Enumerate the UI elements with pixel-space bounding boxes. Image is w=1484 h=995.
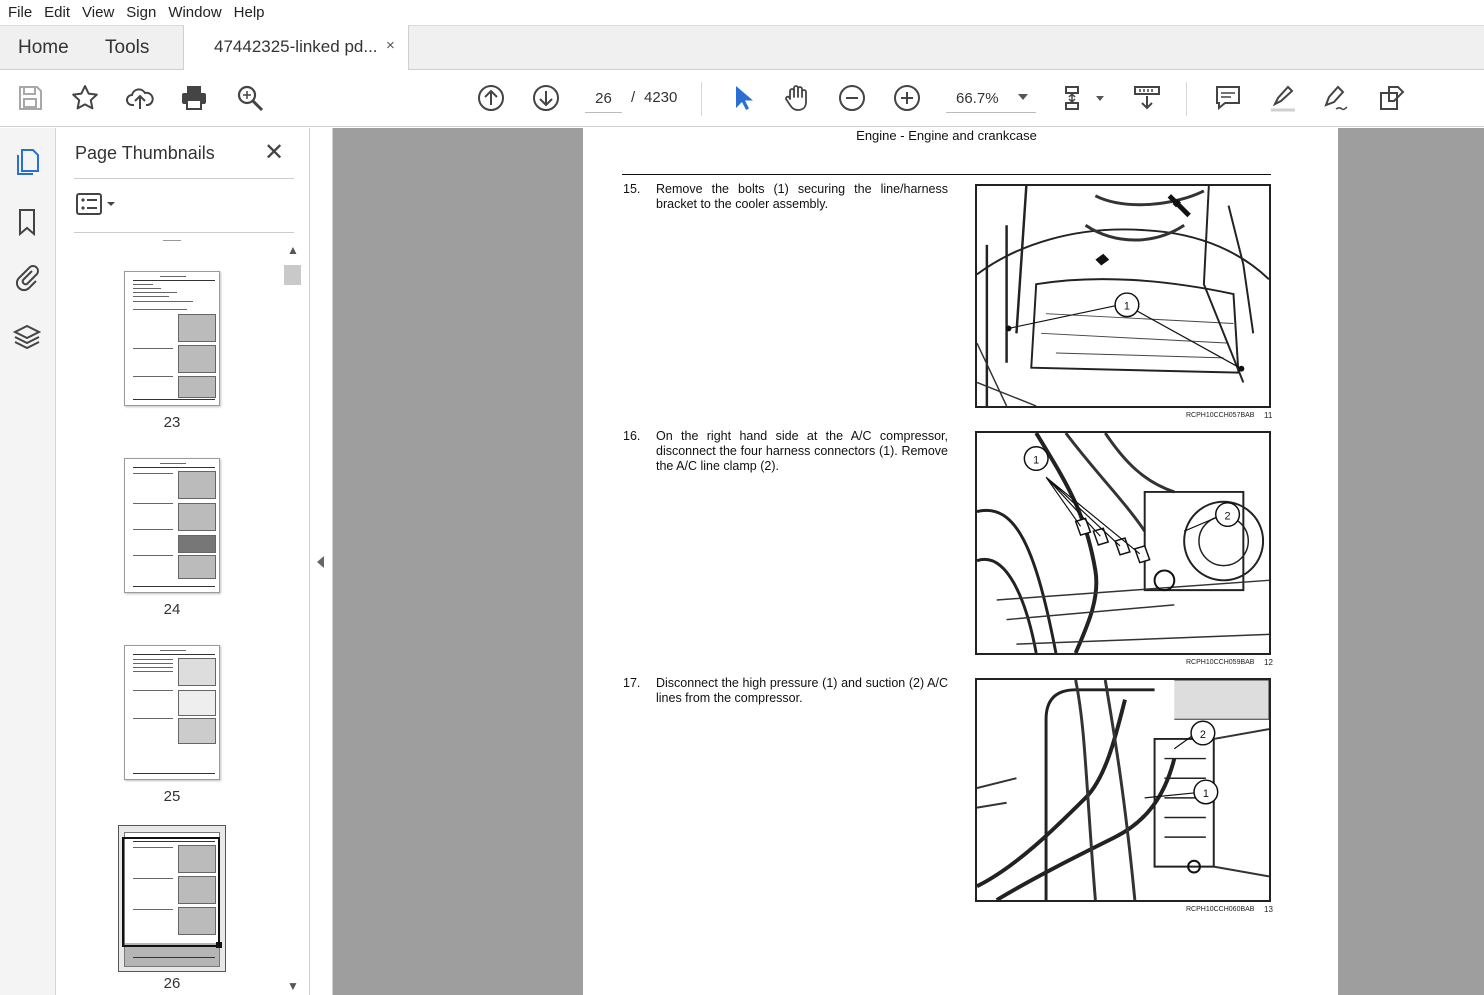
figure-code: RCPH10CCH059BAB bbox=[1186, 659, 1255, 666]
arrow-up-circle-icon[interactable] bbox=[475, 82, 507, 114]
tab-close-icon[interactable]: × bbox=[386, 37, 395, 54]
thumbnail-list: 23 24 25 26 bbox=[56, 234, 282, 995]
figure-number: 11 bbox=[1264, 411, 1273, 420]
figure-number: 12 bbox=[1264, 658, 1273, 667]
toolbar-divider bbox=[701, 82, 702, 116]
step-text: Disconnect the high pressure (1) and suc… bbox=[656, 676, 948, 705]
thumbnail-page[interactable] bbox=[124, 271, 220, 406]
document-view[interactable]: Engine - Engine and crankcase 15. Remove… bbox=[333, 128, 1484, 995]
step-number: 16. bbox=[623, 429, 641, 443]
arrow-down-circle-icon[interactable] bbox=[530, 82, 562, 114]
tab-tools[interactable]: Tools bbox=[105, 37, 149, 59]
thumbnail-label: 23 bbox=[163, 414, 181, 431]
step-number: 17. bbox=[623, 676, 641, 690]
toolbar: 26 / 4230 66.7% bbox=[0, 70, 1484, 127]
page-separator: / bbox=[631, 89, 636, 106]
viewport-resize-handle[interactable] bbox=[216, 942, 222, 948]
sign-icon[interactable] bbox=[1321, 82, 1353, 114]
thumbnail-options-button[interactable] bbox=[76, 191, 118, 217]
toolbar-divider bbox=[1186, 82, 1187, 116]
hand-icon[interactable] bbox=[781, 82, 813, 114]
figure-code: RCPH10CCH060BAB bbox=[1186, 906, 1255, 913]
figure-number: 13 bbox=[1264, 905, 1273, 914]
menu-edit[interactable]: Edit bbox=[38, 0, 76, 25]
menu-help[interactable]: Help bbox=[228, 0, 271, 25]
header-rule bbox=[622, 174, 1271, 175]
chevron-down-icon[interactable]: ▼ bbox=[287, 979, 299, 993]
save-icon[interactable] bbox=[14, 82, 46, 114]
menu-bar: File Edit View Sign Window Help bbox=[0, 0, 1484, 25]
step-text: Remove the bolts (1) securing the line/h… bbox=[656, 182, 948, 211]
bookmark-icon[interactable] bbox=[12, 207, 44, 239]
step-text: On the right hand side at the A/C compre… bbox=[656, 429, 948, 473]
menu-window[interactable]: Window bbox=[162, 0, 227, 25]
figure-13: 2 1 bbox=[975, 678, 1271, 902]
menu-file[interactable]: File bbox=[2, 0, 38, 25]
divider bbox=[74, 232, 294, 233]
menu-view[interactable]: View bbox=[76, 0, 120, 25]
print-icon[interactable] bbox=[178, 82, 210, 114]
tab-bar: Home Tools 47442325-linked pd... × bbox=[0, 25, 1484, 71]
step-number: 15. bbox=[623, 182, 641, 196]
close-icon[interactable]: ✕ bbox=[264, 138, 284, 167]
upload-cloud-icon[interactable] bbox=[124, 82, 156, 114]
search-zoom-icon[interactable] bbox=[234, 82, 266, 114]
figure-callout: 2 bbox=[1225, 510, 1231, 522]
tab-document-label: 47442325-linked pd... bbox=[214, 37, 378, 56]
divider bbox=[74, 178, 294, 179]
figure-callout: 2 bbox=[1200, 729, 1206, 741]
thumbnail-page[interactable] bbox=[124, 458, 220, 593]
chevron-left-icon[interactable] bbox=[317, 556, 324, 568]
thumbnail-label: 25 bbox=[163, 788, 181, 805]
layers-icon[interactable] bbox=[12, 322, 44, 354]
figure-callout: 1 bbox=[1124, 301, 1130, 313]
previous-page-fragment bbox=[163, 240, 181, 241]
page-number-input[interactable]: 26 bbox=[585, 86, 622, 113]
thumbnail-viewport-box[interactable] bbox=[122, 837, 220, 947]
zoom-in-icon[interactable] bbox=[891, 82, 923, 114]
panel-title: Page Thumbnails bbox=[75, 143, 215, 163]
comment-icon[interactable] bbox=[1212, 82, 1244, 114]
star-icon[interactable] bbox=[69, 82, 101, 114]
page-fit-icon[interactable] bbox=[1060, 82, 1092, 114]
figure-callout: 1 bbox=[1033, 454, 1039, 466]
pages-icon[interactable] bbox=[12, 147, 44, 179]
figure-callout: 1 bbox=[1203, 788, 1209, 800]
document-page: Engine - Engine and crankcase 15. Remove… bbox=[583, 128, 1338, 995]
menu-sign[interactable]: Sign bbox=[120, 0, 162, 25]
thumbnail-label: 24 bbox=[163, 601, 181, 618]
chevron-down-icon[interactable] bbox=[1096, 96, 1104, 101]
page-header: Engine - Engine and crankcase bbox=[856, 128, 1037, 143]
page-total: 4230 bbox=[644, 89, 678, 106]
zoom-out-icon[interactable] bbox=[836, 82, 868, 114]
scrollbar-thumb[interactable] bbox=[284, 265, 301, 285]
scroll-mode-icon[interactable] bbox=[1131, 82, 1163, 114]
thumbnail-page[interactable] bbox=[124, 645, 220, 780]
figure-code: RCPH10CCH057BAB bbox=[1186, 412, 1255, 419]
select-cursor-icon[interactable] bbox=[726, 82, 758, 114]
tab-home[interactable]: Home bbox=[18, 37, 69, 59]
chevron-up-icon[interactable]: ▲ bbox=[287, 243, 299, 257]
tab-document[interactable]: 47442325-linked pd... × bbox=[183, 25, 409, 71]
figure-12: 1 2 bbox=[975, 431, 1271, 655]
left-rail bbox=[0, 128, 56, 995]
panel-collapse-handle[interactable] bbox=[311, 128, 333, 995]
share-icon[interactable] bbox=[1376, 82, 1408, 114]
thumbnails-panel: Page Thumbnails ✕ 23 24 25 26 ▲ ▼ bbox=[56, 128, 310, 995]
paperclip-icon[interactable] bbox=[12, 262, 44, 294]
thumbnail-scrollbar[interactable]: ▲ ▼ bbox=[284, 240, 302, 995]
thumbnail-label: 26 bbox=[163, 975, 181, 992]
highlight-icon[interactable] bbox=[1267, 82, 1299, 114]
chevron-down-icon[interactable] bbox=[1018, 94, 1028, 100]
figure-11: 1 bbox=[975, 184, 1271, 408]
